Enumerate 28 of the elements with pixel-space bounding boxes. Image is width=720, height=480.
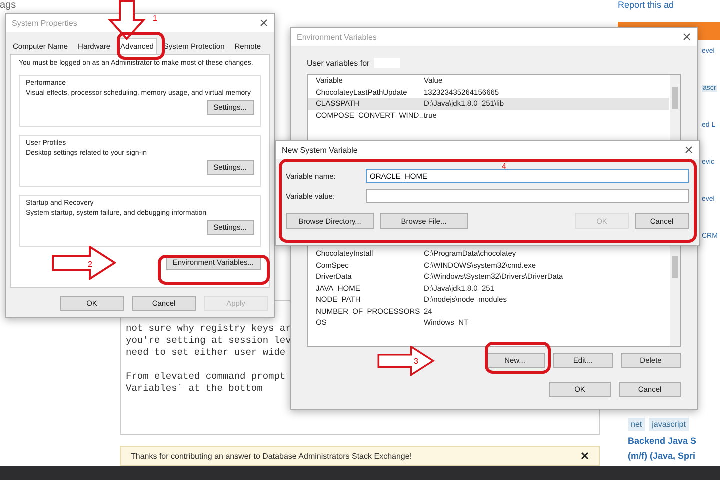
highlight-outline <box>485 342 551 374</box>
input-field[interactable] <box>366 189 689 203</box>
section-label: User variables for <box>307 58 370 68</box>
step-number: 1 <box>153 14 158 23</box>
close-icon[interactable] <box>260 19 268 27</box>
window-title: System Properties <box>12 18 78 28</box>
window-title: New System Variable <box>282 146 358 154</box>
code-line: From elevated command prompt <box>126 371 286 383</box>
notice-text: Thanks for contributing an answer to Database Administrators Stack Exchange! <box>131 452 412 460</box>
window-title: Environment Variables <box>297 32 377 42</box>
close-icon[interactable] <box>685 146 693 154</box>
scrollbar[interactable] <box>670 244 680 346</box>
report-ad-link[interactable]: Report this ad <box>618 0 674 10</box>
page-heading: ags <box>0 0 16 11</box>
code-line: not sure why registry keys ar <box>126 323 292 335</box>
close-icon[interactable] <box>581 452 589 460</box>
annotation-arrow <box>52 246 116 280</box>
job-title-link[interactable]: Backend Java S <box>628 436 697 446</box>
step-number: 2 <box>88 260 92 269</box>
highlight-outline <box>117 32 165 60</box>
code-line: need to set either user wide <box>126 347 286 359</box>
step-number: 4 <box>502 162 506 171</box>
step-number: 3 <box>414 357 418 366</box>
code-line: Variables` at the bottom <box>126 383 263 395</box>
job-subtitle: (m/f) (Java, Spri <box>628 451 697 461</box>
tag-link[interactable]: net <box>628 418 646 431</box>
tag-link[interactable]: javascript <box>649 418 689 431</box>
close-icon[interactable] <box>683 33 691 41</box>
